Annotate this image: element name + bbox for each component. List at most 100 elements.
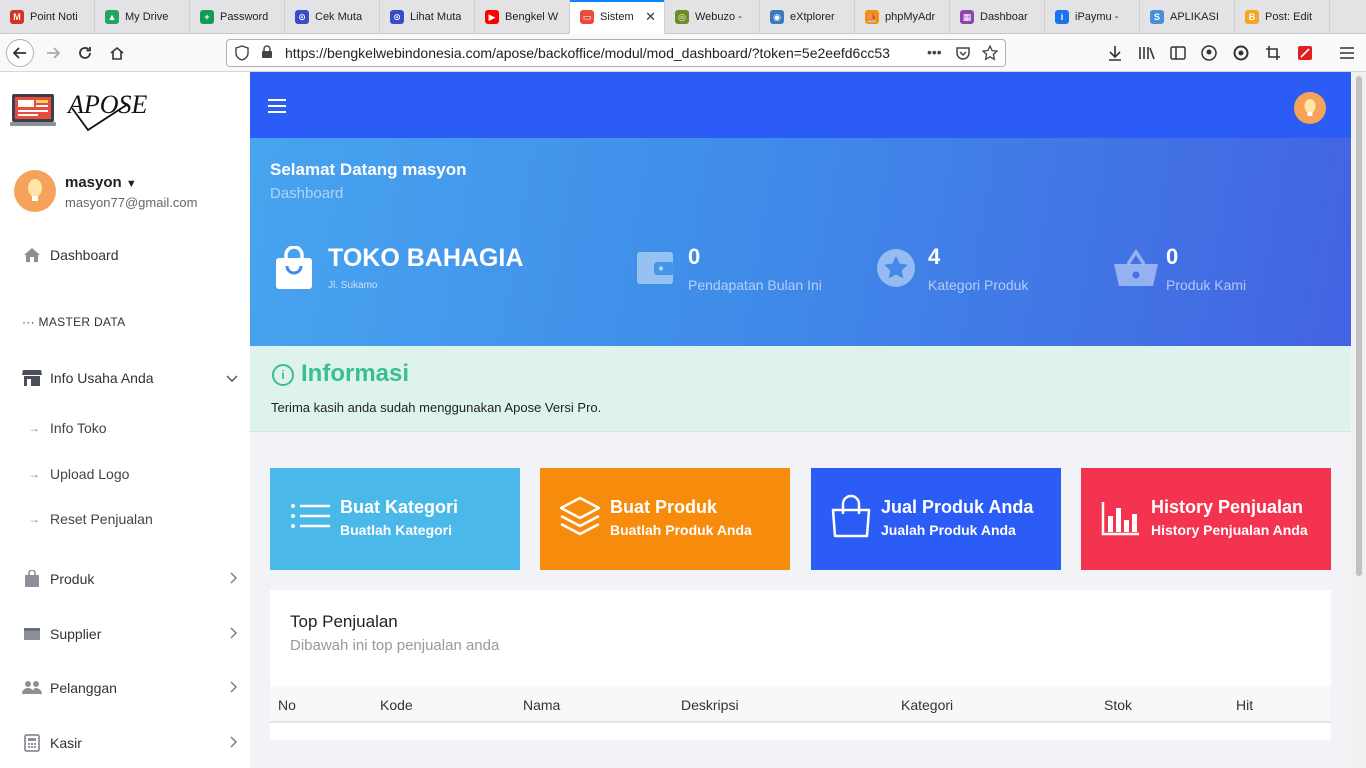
card-subtitle: Jualah Produk Anda [881, 522, 1016, 538]
browser-tab[interactable]: ◎ Webuzo - [665, 0, 760, 34]
browser-tab[interactable]: M Point Noti [0, 0, 95, 34]
sidebar-subitem-info-toko[interactable]: → Info Toko [0, 415, 250, 441]
gmail-favicon-icon: M [10, 10, 24, 24]
app-topbar [250, 72, 1351, 138]
store-bag-icon [275, 245, 313, 290]
scrollbar-thumb[interactable] [1356, 76, 1362, 576]
bookmark-star-icon[interactable] [981, 44, 999, 64]
bar-chart-icon [1099, 494, 1143, 538]
crop-icon[interactable] [1260, 40, 1286, 66]
column-header-kode[interactable]: Kode [380, 697, 413, 713]
aplikasi-favicon-icon: S [1150, 10, 1164, 24]
browser-tab[interactable]: B Post: Edit [1235, 0, 1330, 34]
browser-tab-active[interactable]: ▭ Sistem ✕ [570, 0, 665, 34]
dashboard-favicon-icon: ▦ [960, 10, 974, 24]
sidebar-toggle-icon[interactable] [1165, 40, 1191, 66]
chevron-right-icon [230, 736, 238, 751]
browser-tab[interactable]: ▲ My Drive [95, 0, 190, 34]
home-icon [22, 245, 42, 265]
card-buat-kategori[interactable]: Buat Kategori Buatlah Kategori [270, 468, 520, 570]
stat-label: Kategori Produk [928, 277, 1029, 293]
pocket-icon[interactable] [955, 45, 971, 64]
browser-nav-bar: https://bengkelwebindonesia.com/apose/ba… [0, 34, 1366, 72]
card-title: History Penjualan [1151, 497, 1304, 517]
browser-tab[interactable]: ▦ Dashboar [950, 0, 1045, 34]
store-icon [22, 368, 42, 388]
star-icon [876, 248, 916, 288]
stat-label: Produk Kami [1166, 277, 1247, 293]
shopping-bag-icon [829, 494, 873, 538]
page-scrollbar[interactable] [1352, 72, 1366, 768]
globe-favicon-icon: ⊙ [390, 10, 404, 24]
sidebar-item-info-usaha[interactable]: Info Usaha Anda [0, 363, 250, 393]
sidebar-item-produk[interactable]: Produk [0, 564, 250, 594]
blogger-favicon-icon: B [1245, 10, 1259, 24]
column-header-hit[interactable]: Hit [1236, 697, 1253, 713]
topbar-avatar[interactable] [1294, 92, 1326, 124]
url-bar[interactable]: https://bengkelwebindonesia.com/apose/ba… [226, 39, 1006, 67]
back-arrow-icon[interactable] [6, 39, 34, 67]
close-tab-icon[interactable]: ✕ [645, 9, 656, 25]
browser-tab[interactable]: ⛵ phpMyAdr [855, 0, 950, 34]
browser-tab[interactable]: ◉ eXtplorer [760, 0, 855, 34]
sidebar-subitem-upload-logo[interactable]: → Upload Logo [0, 461, 250, 487]
ipaymu-favicon-icon: i [1055, 10, 1069, 24]
stat-value: 0 [688, 244, 701, 269]
card-title: Buat Kategori [340, 497, 459, 517]
users-icon [22, 678, 42, 698]
card-history-penjualan[interactable]: History Penjualan History Penjualan Anda [1081, 468, 1331, 570]
column-header-stok[interactable]: Stok [1104, 697, 1132, 713]
list-icon [288, 494, 332, 538]
sidebar-item-pelanggan[interactable]: Pelanggan [0, 673, 250, 703]
youtube-favicon-icon: ▶ [485, 10, 499, 24]
browser-tab[interactable]: S APLIKASI [1140, 0, 1235, 34]
browser-tab-strip: M Point Noti ▲ My Drive + Password ⊙ Cek Mut… [0, 0, 1366, 34]
column-header-no[interactable]: No [278, 697, 296, 713]
url-text: https://bengkelwebindonesia.com/apose/ba… [285, 45, 890, 61]
dashboard-hero: Selamat Datang masyon Dashboard TOKO BAH… [250, 138, 1351, 346]
shield-icon[interactable] [235, 45, 249, 64]
user-name-dropdown[interactable]: masyon ▼ [65, 174, 137, 191]
sheets-favicon-icon: + [200, 10, 214, 24]
basket-icon [1114, 248, 1158, 288]
browser-tab[interactable]: i iPaymu - [1045, 0, 1140, 34]
chevron-right-icon [230, 681, 238, 696]
pdf-extension-icon[interactable] [1292, 40, 1318, 66]
hamburger-menu-icon[interactable] [1334, 40, 1360, 66]
card-title: Buat Produk [610, 497, 718, 517]
reload-icon[interactable] [72, 40, 98, 66]
lock-icon[interactable] [261, 45, 273, 62]
sidebar-item-supplier[interactable]: Supplier [0, 619, 250, 649]
card-jual-produk[interactable]: Jual Produk Anda Jualah Produk Anda [811, 468, 1061, 570]
sidebar-item-kasir[interactable]: Kasir [0, 728, 250, 758]
info-alert: i Informasi Terima kasih anda sudah meng… [250, 346, 1351, 432]
app-logo[interactable]: APOSE [10, 86, 170, 146]
forward-arrow-icon[interactable] [40, 40, 66, 66]
download-icon[interactable] [1102, 40, 1128, 66]
top-sales-panel: Top Penjualan Dibawah ini top penjualan … [270, 590, 1331, 740]
column-header-nama[interactable]: Nama [523, 697, 560, 713]
browser-tab[interactable]: ⊙ Lihat Muta [380, 0, 475, 34]
card-buat-produk[interactable]: Buat Produk Buatlah Produk Anda [540, 468, 790, 570]
logo-wordmark: APOSE [66, 90, 148, 119]
column-header-deskripsi[interactable]: Deskripsi [681, 697, 739, 713]
stat-label: Pendapatan Bulan Ini [688, 277, 822, 293]
account-icon[interactable] [1196, 40, 1222, 66]
home-icon[interactable] [104, 40, 130, 66]
page-actions-menu-icon[interactable]: ••• [927, 44, 942, 60]
user-avatar[interactable] [14, 170, 56, 212]
browser-tab[interactable]: + Password [190, 0, 285, 34]
store-address: Jl. Sukamo [328, 280, 378, 291]
library-icon[interactable] [1134, 40, 1160, 66]
browser-tab[interactable]: ▶ Bengkel W [475, 0, 570, 34]
browser-tab[interactable]: ⊙ Cek Muta [285, 0, 380, 34]
arrow-right-icon: → [28, 467, 40, 481]
chevron-down-icon: ▼ [125, 178, 137, 190]
sidebar-subitem-reset-penjualan[interactable]: → Reset Penjualan [0, 506, 250, 532]
column-header-kategori[interactable]: Kategori [901, 697, 953, 713]
sidebar-item-dashboard[interactable]: Dashboard [0, 240, 250, 270]
menu-toggle-icon[interactable] [268, 99, 286, 113]
extension-icon[interactable] [1228, 40, 1254, 66]
page-breadcrumb: Dashboard [270, 185, 344, 202]
info-title: Informasi [301, 360, 410, 387]
